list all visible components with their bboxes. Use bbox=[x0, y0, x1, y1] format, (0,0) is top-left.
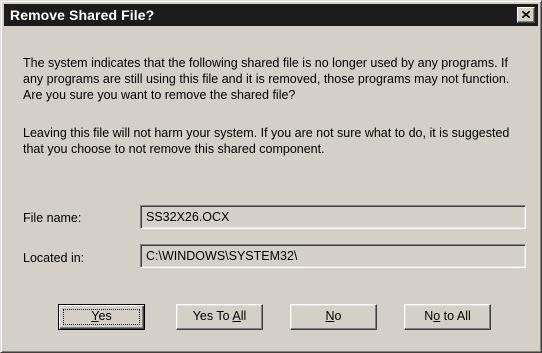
no-button[interactable]: No bbox=[290, 304, 377, 330]
warning-message: The system indicates that the following … bbox=[23, 56, 510, 102]
located-in-field: C:\WINDOWS\SYSTEM32\ bbox=[140, 244, 526, 268]
close-button[interactable] bbox=[517, 7, 535, 23]
located-in-label: Located in: bbox=[23, 251, 85, 265]
no-button-label: No bbox=[325, 309, 342, 323]
yes-button-label: Yes bbox=[91, 309, 112, 323]
dialog-title: Remove Shared File? bbox=[10, 7, 155, 23]
yes-to-all-button-label: Yes To All bbox=[192, 309, 247, 323]
file-name-label: File name: bbox=[23, 211, 82, 225]
remove-shared-file-dialog: Remove Shared File? The system indicates… bbox=[0, 0, 542, 353]
title-bar[interactable]: Remove Shared File? bbox=[4, 4, 538, 26]
file-name-field: SS32X26.OCX bbox=[140, 205, 526, 229]
close-icon bbox=[522, 11, 530, 18]
yes-to-all-button[interactable]: Yes To All bbox=[176, 304, 263, 330]
no-to-all-button[interactable]: No to All bbox=[404, 304, 491, 330]
yes-button[interactable]: Yes bbox=[58, 304, 145, 330]
advice-message: Leaving this file will not harm your sys… bbox=[23, 126, 510, 156]
no-to-all-button-label: No to All bbox=[424, 309, 471, 323]
